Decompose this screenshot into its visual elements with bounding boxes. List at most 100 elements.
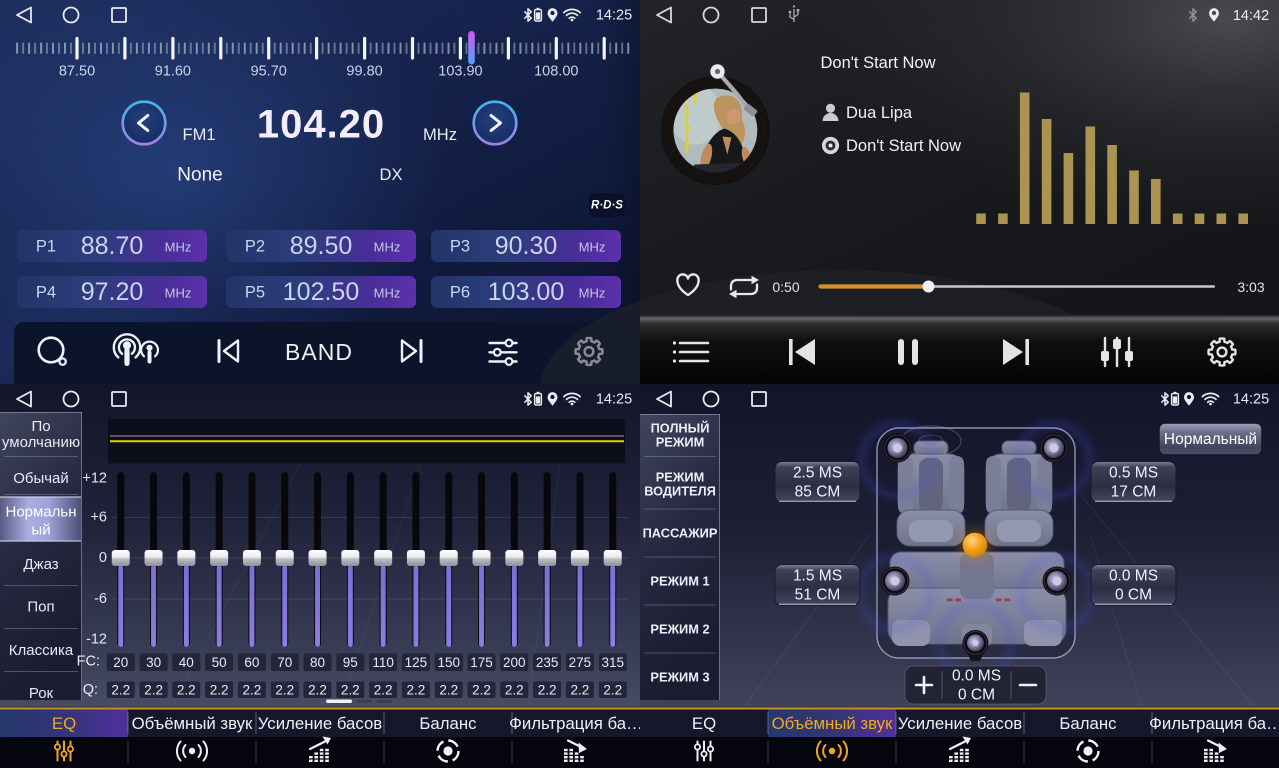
svg-text:2.2: 2.2 [177,683,196,698]
svg-text:Джаз: Джаз [23,556,58,573]
svg-text:2.2: 2.2 [505,683,524,698]
svg-text:51 CM: 51 CM [795,587,841,604]
svg-text:3:03: 3:03 [1237,279,1264,295]
svg-text:P1: P1 [36,238,56,256]
svg-text:2.2: 2.2 [243,683,262,698]
svg-text:80: 80 [310,655,325,670]
svg-text:умолчанию: умолчанию [2,434,80,451]
svg-text:14:42: 14:42 [1233,8,1269,24]
svg-text:MHz: MHz [579,240,606,255]
svg-text:95: 95 [343,655,358,670]
svg-text:2.2: 2.2 [407,683,426,698]
svg-text:108.00: 108.00 [534,64,578,80]
svg-text:Баланс: Баланс [419,714,476,733]
svg-text:ВОДИТЕЛЯ: ВОДИТЕЛЯ [644,484,716,499]
svg-text:0 CM: 0 CM [1115,587,1152,604]
svg-text:По: По [31,418,50,435]
svg-text:РЕЖИМ 1: РЕЖИМ 1 [650,574,709,589]
svg-text:BAND: BAND [285,339,353,365]
svg-text:0.0 MS: 0.0 MS [952,668,1001,685]
svg-text:2.2: 2.2 [144,683,163,698]
svg-text:P6: P6 [450,284,470,302]
svg-text:2.2: 2.2 [374,683,393,698]
svg-text:2.2: 2.2 [439,683,458,698]
svg-text:РЕЖИМ 2: РЕЖИМ 2 [650,622,709,637]
svg-text:2.2: 2.2 [210,683,229,698]
svg-text:104.20: 104.20 [257,103,385,147]
svg-text:Усиление басов: Усиление басов [898,714,1023,733]
svg-text:DX: DX [380,166,403,184]
svg-text:ПАССАЖИР: ПАССАЖИР [643,526,718,541]
svg-text:MHz: MHz [374,286,401,301]
svg-text:Don't Start Now: Don't Start Now [846,137,961,155]
svg-text:2.2: 2.2 [275,683,294,698]
svg-text:70: 70 [277,655,292,670]
svg-text:Объёмный звук: Объёмный звук [772,714,893,733]
svg-text:99.80: 99.80 [346,64,382,80]
svg-text:235: 235 [536,655,559,670]
svg-text:0:50: 0:50 [772,279,799,295]
svg-text:Нормальный: Нормальный [1164,431,1257,448]
svg-text:-12: -12 [86,632,107,648]
svg-text:1.5 MS: 1.5 MS [793,568,842,585]
svg-text:85 CM: 85 CM [795,484,841,501]
svg-text:P2: P2 [245,238,265,256]
svg-text:FM1: FM1 [183,126,216,144]
svg-text:P4: P4 [36,284,56,302]
svg-text:175: 175 [470,655,493,670]
svg-text:Обычай: Обычай [13,470,69,487]
svg-text:Объёмный звук: Объёмный звук [132,714,253,733]
svg-text:102.50: 102.50 [283,278,359,306]
svg-text:17 CM: 17 CM [1111,484,1157,501]
svg-text:91.60: 91.60 [155,64,191,80]
svg-text:87.50: 87.50 [59,64,95,80]
svg-text:0.5 MS: 0.5 MS [1109,465,1158,482]
svg-text:EQ: EQ [52,714,76,733]
svg-text:315: 315 [602,655,625,670]
svg-text:90.30: 90.30 [495,232,558,260]
svg-text:+12: +12 [82,471,107,487]
svg-text:2.2: 2.2 [472,683,491,698]
svg-text:РЕЖИМ: РЕЖИМ [656,435,705,450]
svg-text:0.0 MS: 0.0 MS [1109,568,1158,585]
svg-text:Фильтрация ба…: Фильтрация ба… [1149,714,1279,733]
svg-text:Нормальн: Нормальн [5,504,76,521]
svg-text:14:25: 14:25 [1233,392,1269,408]
svg-text:97.20: 97.20 [81,278,144,306]
svg-text:ПОЛНЫЙ: ПОЛНЫЙ [651,421,710,436]
svg-text:Рок: Рок [29,685,54,702]
svg-text:20: 20 [113,655,128,670]
svg-text:MHz: MHz [165,240,192,255]
svg-text:P3: P3 [450,238,470,256]
svg-text:2.2: 2.2 [341,683,360,698]
svg-text:14:25: 14:25 [596,392,632,408]
svg-text:2.2: 2.2 [603,683,622,698]
svg-text:125: 125 [405,655,428,670]
svg-text:14:25: 14:25 [596,8,632,24]
svg-text:2.2: 2.2 [538,683,557,698]
svg-text:-6: -6 [94,591,107,607]
svg-text:95.70: 95.70 [251,64,287,80]
svg-text:R·D·S: R·D·S [591,200,623,212]
svg-text:0: 0 [99,550,107,566]
svg-text:88.70: 88.70 [81,232,144,260]
svg-text:2.2: 2.2 [571,683,590,698]
svg-text:200: 200 [503,655,526,670]
svg-text:Классика: Классика [9,642,74,659]
svg-text:2.2: 2.2 [308,683,327,698]
svg-text:MHz: MHz [423,126,457,144]
svg-text:MHz: MHz [374,240,401,255]
svg-text:89.50: 89.50 [290,232,353,260]
svg-text:MHz: MHz [579,286,606,301]
svg-text:2.2: 2.2 [111,683,130,698]
svg-text:FC:: FC: [77,654,100,670]
svg-text:103.00: 103.00 [488,278,564,306]
svg-text:275: 275 [569,655,592,670]
svg-text:РЕЖИМ: РЕЖИМ [656,470,705,485]
svg-text:None: None [177,165,222,186]
svg-text:50: 50 [212,655,227,670]
svg-text:MHz: MHz [165,286,192,301]
svg-text:0 CM: 0 CM [958,687,995,704]
svg-text:30: 30 [146,655,161,670]
svg-text:Баланс: Баланс [1059,714,1116,733]
